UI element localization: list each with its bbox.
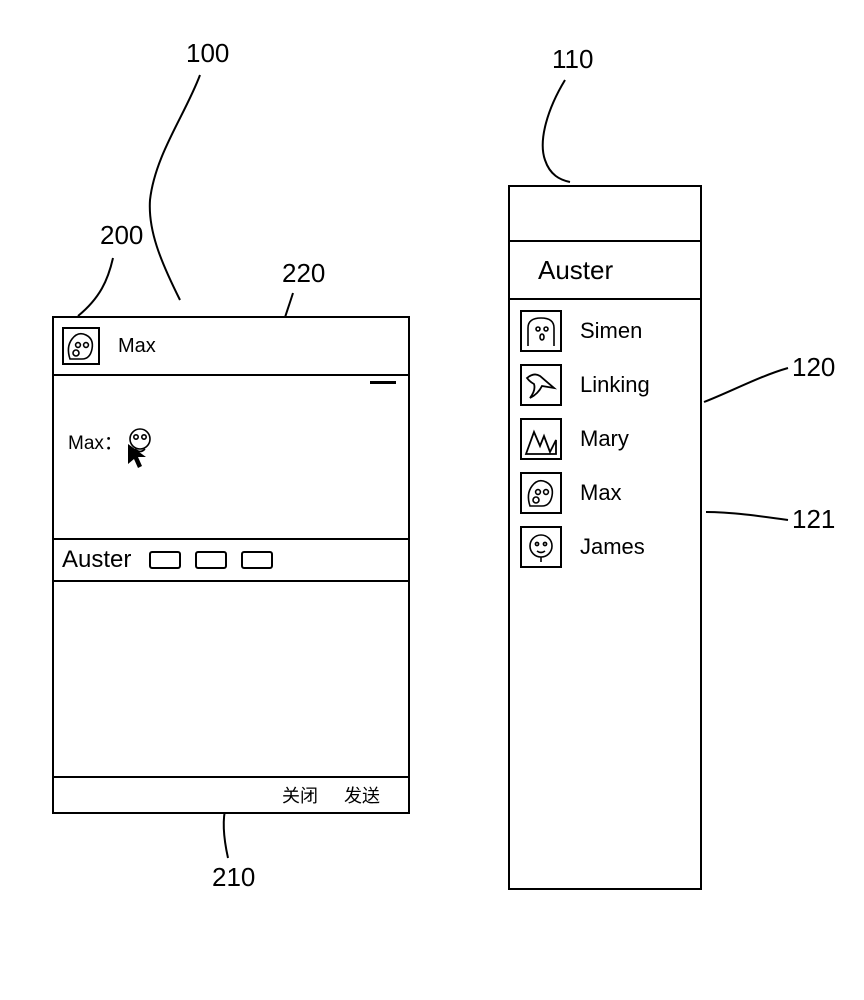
contact-linking[interactable]: Linking (520, 364, 690, 406)
ref-210: 210 (212, 862, 255, 893)
chat-history: Max： (54, 376, 408, 540)
avatar-max-icon (520, 472, 562, 514)
contact-simen[interactable]: Simen (520, 310, 690, 352)
contact-name: Simen (580, 318, 642, 344)
chat-input[interactable] (54, 582, 408, 778)
contact-panel-title-text: Auster (538, 255, 613, 286)
toolbar-button-2[interactable] (195, 551, 227, 569)
contact-name: Max (580, 480, 622, 506)
avatar-james-icon (520, 526, 562, 568)
contact-name: Linking (580, 372, 650, 398)
close-button[interactable]: 关闭 (282, 782, 318, 808)
toolbar-username: Auster (62, 546, 131, 574)
contact-panel: Auster Simen Linking Mary Max (508, 185, 702, 890)
cursor-icon (124, 442, 152, 470)
ref-120: 120 (792, 352, 835, 383)
contact-name: Mary (580, 426, 629, 452)
ref-200: 200 (100, 220, 143, 251)
chat-window: Max Max： Auster 关闭 发送 (52, 316, 410, 814)
ref-110: 110 (552, 44, 593, 75)
chat-toolbar: Auster (54, 540, 408, 582)
contact-panel-title: Auster (510, 242, 700, 300)
contact-name: James (580, 534, 645, 560)
send-button[interactable]: 发送 (344, 782, 380, 808)
chat-header-avatar-icon (62, 327, 100, 365)
chat-header: Max (54, 318, 408, 376)
contact-mary[interactable]: Mary (520, 418, 690, 460)
ref-121: 121 (792, 504, 835, 535)
ref-100: 100 (186, 38, 229, 69)
chat-footer: 关闭 发送 (54, 778, 408, 812)
avatar-simen-icon (520, 310, 562, 352)
contact-list: Simen Linking Mary Max James (510, 300, 700, 590)
ref-220: 220 (282, 258, 325, 289)
minimize-icon[interactable] (370, 378, 396, 384)
avatar-mary-icon (520, 418, 562, 460)
chat-header-name: Max (118, 335, 156, 358)
contact-max[interactable]: Max (520, 472, 690, 514)
avatar-linking-icon (520, 364, 562, 406)
toolbar-button-3[interactable] (241, 551, 273, 569)
toolbar-button-1[interactable] (149, 551, 181, 569)
message-sender: Max： (68, 428, 123, 455)
contact-james[interactable]: James (520, 526, 690, 568)
contact-panel-header-blank (510, 187, 700, 242)
